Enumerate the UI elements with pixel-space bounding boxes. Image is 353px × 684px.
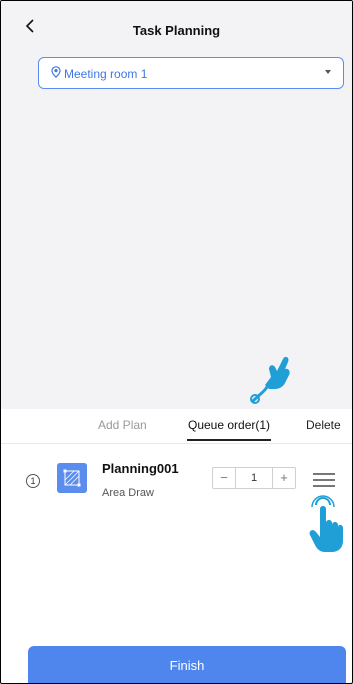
- location-selected-value: Meeting room 1: [64, 67, 148, 81]
- tab-queue-order[interactable]: Queue order(1): [188, 418, 270, 432]
- tab-bar: Add Plan Queue order(1) Delete: [1, 409, 352, 443]
- map-canvas[interactable]: [1, 51, 352, 409]
- queue-list-item[interactable]: [1, 451, 352, 511]
- caret-down-icon: [325, 70, 331, 74]
- plan-name: Planning001: [102, 461, 179, 476]
- tap-hand-icon: [309, 495, 343, 552]
- decrement-button[interactable]: −: [213, 468, 236, 488]
- tab-delete[interactable]: Delete: [306, 418, 341, 432]
- active-tab-indicator: [187, 439, 271, 441]
- location-pin-icon: [51, 66, 61, 78]
- plan-type: Area Draw: [102, 487, 154, 499]
- quantity-stepper: − 1 +: [212, 467, 296, 489]
- area-draw-icon: [57, 463, 87, 493]
- tab-add-plan[interactable]: Add Plan: [98, 418, 147, 432]
- queue-index-badge: 1: [26, 474, 40, 488]
- drag-handle-icon[interactable]: [313, 473, 335, 487]
- increment-button[interactable]: +: [272, 468, 295, 488]
- finish-button[interactable]: Finish: [28, 646, 346, 683]
- pointing-hand-icon: [250, 356, 290, 404]
- location-dropdown[interactable]: Meeting room 1: [38, 57, 344, 89]
- divider: [1, 443, 352, 444]
- phone-screen: Task Planning Meeting room 1 Add Plan Qu…: [0, 0, 353, 684]
- header: Task Planning: [1, 1, 352, 51]
- quantity-value[interactable]: 1: [235, 468, 273, 488]
- page-title: Task Planning: [132, 23, 221, 38]
